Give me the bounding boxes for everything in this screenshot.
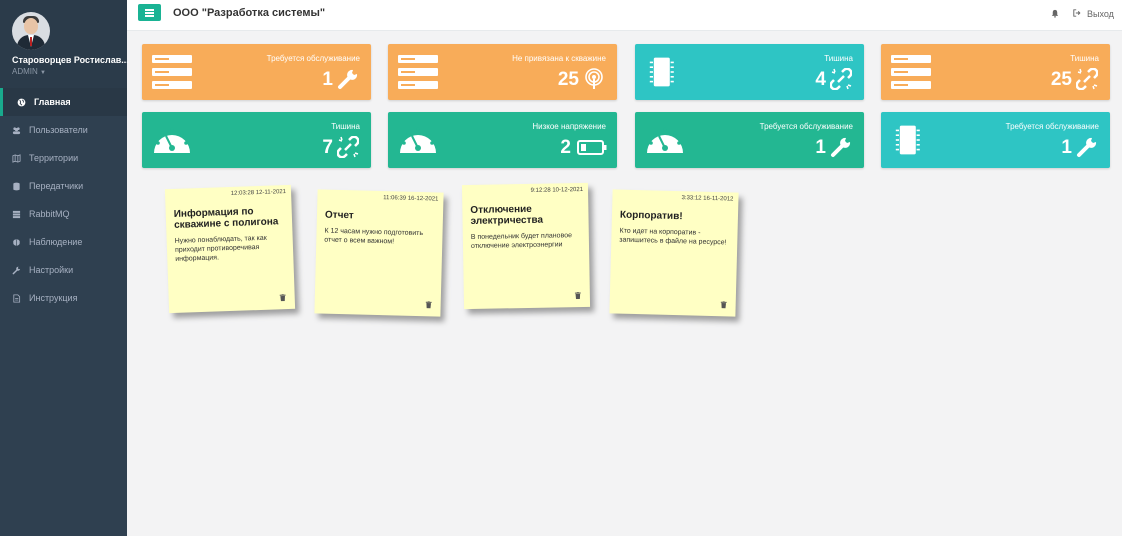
wrench-icon bbox=[1077, 137, 1097, 157]
card-title: Требуется обслуживание bbox=[1005, 122, 1099, 131]
user-role-dropdown[interactable]: ADMIN ▼ bbox=[12, 67, 46, 76]
user-role: ADMIN bbox=[12, 67, 38, 76]
sidebar-item-monitoring[interactable]: Наблюдение bbox=[0, 228, 127, 256]
card-count: 4 bbox=[815, 69, 826, 90]
sidebar-item-rabbitmq[interactable]: RabbitMQ bbox=[0, 200, 127, 228]
status-card-maintenance[interactable]: Требуется обслуживание 1 bbox=[142, 44, 371, 100]
note-title: Отчет bbox=[324, 209, 354, 222]
sidebar-item-users[interactable]: Пользователи bbox=[0, 116, 127, 144]
logout-link[interactable]: Выход bbox=[1087, 9, 1114, 19]
note-date: 12:03:28 12-11-2021 bbox=[230, 189, 287, 197]
brain-icon bbox=[13, 238, 20, 246]
server-icon bbox=[398, 55, 438, 89]
status-card-silence-chips[interactable]: Тишина 4 bbox=[635, 44, 864, 100]
card-title: Тишина bbox=[1070, 54, 1099, 63]
trash-icon[interactable] bbox=[425, 301, 432, 309]
wrench-icon bbox=[338, 69, 358, 89]
company-name: ООО "Разработка системы" bbox=[173, 7, 326, 19]
broken-link-icon bbox=[830, 68, 852, 90]
sidebar-item-territories[interactable]: Территории bbox=[0, 144, 127, 172]
profile-block: Староворцев Ростислав... ADMIN ▼ bbox=[0, 0, 129, 88]
sign-out-icon[interactable] bbox=[1073, 9, 1081, 17]
gauge-icon bbox=[400, 127, 436, 153]
card-title: Требуется обслуживание bbox=[266, 54, 360, 63]
sidebar-item-home[interactable]: Главная bbox=[0, 88, 127, 116]
sidebar: Староворцев Ростислав... ADMIN ▼ Главная… bbox=[0, 0, 129, 536]
card-count: 2 bbox=[560, 137, 571, 158]
card-count: 7 bbox=[322, 137, 333, 158]
status-card-unbound[interactable]: Не привязана к скважине 25 bbox=[388, 44, 617, 100]
card-count: 25 bbox=[557, 69, 579, 90]
status-card-maintenance-chips[interactable]: Требуется обслуживание 1 bbox=[881, 112, 1110, 168]
trash-icon[interactable] bbox=[574, 292, 581, 300]
note-text: Кто идет на корпоратив - запишитесь в фа… bbox=[619, 227, 727, 247]
caret-down-icon: ▼ bbox=[40, 70, 46, 76]
card-title: Низкое напряжение bbox=[532, 122, 606, 131]
sidebar-item-label: Наблюдение bbox=[29, 237, 83, 247]
note-title: Корпоратив! bbox=[619, 209, 683, 223]
map-icon bbox=[12, 153, 21, 163]
note-text: В понедельник будет плановое отключение … bbox=[470, 232, 573, 250]
sidebar-item-label: Главная bbox=[34, 97, 71, 107]
users-icon bbox=[12, 126, 21, 134]
note-date: 9:12:28 10-12-2021 bbox=[530, 186, 584, 194]
user-name[interactable]: Староворцев Ростислав... bbox=[12, 55, 129, 65]
trash-icon[interactable] bbox=[720, 301, 727, 309]
sidebar-item-label: Настройки bbox=[29, 265, 74, 275]
sticky-note[interactable]: 3:33:12 16-11-2012 Корпоратив! Кто идет … bbox=[609, 189, 739, 317]
card-count: 1 bbox=[1061, 137, 1072, 158]
chip-icon bbox=[649, 57, 674, 87]
status-card-maintenance-gauges[interactable]: Требуется обслуживание 1 bbox=[635, 112, 864, 168]
wrench-icon bbox=[12, 266, 21, 274]
status-card-low-voltage[interactable]: Низкое напряжение 2 bbox=[388, 112, 617, 168]
card-count: 1 bbox=[322, 69, 333, 90]
trash-icon[interactable] bbox=[279, 294, 286, 302]
note-date: 3:33:12 16-11-2012 bbox=[681, 195, 734, 203]
sticky-note[interactable]: 11:06:39 16-12-2021 Отчет К 12 часам нуж… bbox=[314, 189, 444, 317]
sidebar-item-label: Пользователи bbox=[29, 125, 88, 135]
status-card-silence-gauges[interactable]: Тишина 7 bbox=[142, 112, 371, 168]
sidebar-item-instructions[interactable]: Инструкция bbox=[0, 284, 127, 312]
server-icon bbox=[891, 55, 931, 89]
wrench-icon bbox=[831, 137, 851, 157]
sidebar-item-label: Территории bbox=[29, 153, 79, 163]
broken-link-icon bbox=[1076, 68, 1098, 90]
sidebar-item-label: Инструкция bbox=[29, 293, 78, 303]
note-date: 11:06:39 16-12-2021 bbox=[383, 195, 439, 203]
globe-icon bbox=[17, 98, 26, 106]
sidebar-item-settings[interactable]: Настройки bbox=[0, 256, 127, 284]
menu-toggle-button[interactable] bbox=[138, 4, 161, 21]
card-title: Не привязана к скважине bbox=[512, 54, 606, 63]
broken-link-icon bbox=[337, 136, 359, 158]
server-icon bbox=[152, 55, 192, 89]
note-title: Отключение электричества bbox=[470, 203, 544, 227]
gauge-icon bbox=[154, 127, 190, 153]
card-count: 25 bbox=[1050, 69, 1072, 90]
document-icon bbox=[13, 293, 21, 303]
chip-icon bbox=[895, 125, 920, 155]
topbar: ООО "Разработка системы" Выход bbox=[127, 0, 1122, 31]
database-icon bbox=[13, 182, 20, 190]
broadcast-icon bbox=[585, 68, 603, 89]
server-icon bbox=[12, 210, 21, 218]
card-count: 1 bbox=[815, 137, 826, 158]
note-title: Информация по скважине с полигона bbox=[173, 206, 279, 231]
sidebar-item-label: Передатчики bbox=[29, 181, 84, 191]
status-card-silence-servers[interactable]: Тишина 25 bbox=[881, 44, 1110, 100]
avatar[interactable] bbox=[12, 12, 50, 50]
sticky-note[interactable]: 9:12:28 10-12-2021 Отключение электричес… bbox=[461, 182, 591, 310]
card-title: Требуется обслуживание bbox=[759, 122, 853, 131]
note-text: К 12 часам нужно подготовить отчет о все… bbox=[324, 227, 424, 246]
card-title: Тишина bbox=[331, 122, 360, 131]
bell-icon[interactable] bbox=[1051, 9, 1059, 18]
sidebar-menu: Главная Пользователи Территории Передатч… bbox=[0, 88, 127, 312]
battery-low-icon bbox=[577, 140, 607, 155]
card-title: Тишина bbox=[824, 54, 853, 63]
gauge-icon bbox=[647, 127, 683, 153]
note-text: Нужно понаблюдать, так как приходит прот… bbox=[174, 234, 267, 263]
sidebar-item-transmitters[interactable]: Передатчики bbox=[0, 172, 127, 200]
sticky-note[interactable]: 12:03:28 12-11-2021 Информация по скважи… bbox=[164, 184, 296, 314]
sidebar-item-label: RabbitMQ bbox=[29, 209, 70, 219]
